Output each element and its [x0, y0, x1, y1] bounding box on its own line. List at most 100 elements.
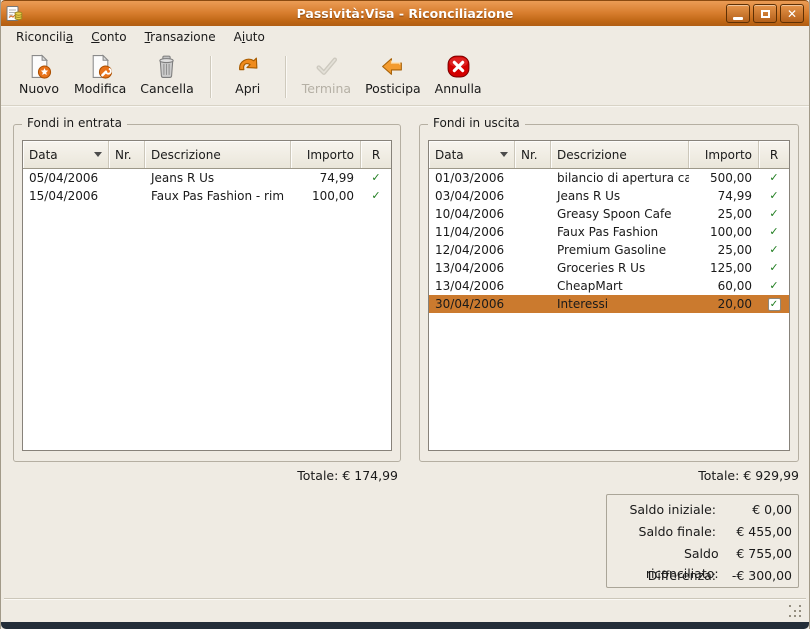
column-header-nr[interactable]: Nr.	[109, 141, 145, 168]
reconciled-balance-value: € 755,00	[719, 544, 792, 566]
postpone-label: Posticipa	[365, 81, 421, 96]
funds-in-header: Data Nr. Descrizione Importo R	[23, 141, 391, 169]
starting-balance-value: € 0,00	[716, 500, 792, 522]
table-row[interactable]: 13/04/2006 CheapMart60,00 ✓	[429, 277, 789, 295]
finish-button: Termina	[295, 52, 358, 102]
cancel-button[interactable]: Annulla	[428, 52, 489, 102]
table-row[interactable]: 12/04/2006 Premium Gasoline25,00 ✓	[429, 241, 789, 259]
column-header-importo[interactable]: Importo	[291, 141, 361, 168]
toolbar-separator	[210, 56, 211, 98]
statusbar	[2, 600, 808, 622]
menu-aiuto[interactable]: Aiuto	[225, 28, 274, 46]
column-header-importo[interactable]: Importo	[689, 141, 759, 168]
funds-out-total: Totale: € 929,99	[419, 468, 799, 483]
funds-out-total-label: Totale:	[698, 468, 739, 483]
ending-balance-label: Saldo finale:	[639, 522, 716, 544]
column-header-data[interactable]: Data	[429, 141, 515, 168]
funds-in-total-label: Totale:	[297, 468, 338, 483]
edit-button[interactable]: Modifica	[67, 52, 133, 102]
trash-icon	[154, 54, 179, 79]
starting-balance-label: Saldo iniziale:	[629, 500, 716, 522]
reconciled-check-icon: ✓	[759, 169, 789, 187]
funds-in-body: 05/04/2006 Jeans R Us74,99 ✓ 15/04/2006 …	[23, 169, 391, 450]
reconcile-window: Passività:Visa - Riconciliazione ✕ Ricon…	[0, 0, 810, 629]
open-account-icon	[235, 54, 260, 79]
balance-summary-box: Saldo iniziale: € 0,00 Saldo finale: € 4…	[606, 494, 799, 588]
funds-in-title: Fondi in entrata	[22, 116, 127, 130]
funds-out-body: 01/03/2006 bilancio di apertura car500,0…	[429, 169, 789, 450]
difference-row: Differenza: -€ 300,00	[611, 566, 792, 588]
funds-out-header: Data Nr. Descrizione Importo R	[429, 141, 789, 169]
table-row-selected[interactable]: 30/04/2006 Interessi20,00 ✓	[429, 295, 789, 313]
reconciled-check-icon: ✓	[759, 223, 789, 241]
menu-riconcilia[interactable]: Riconcilia	[7, 28, 82, 46]
funds-in-total-value: € 174,99	[342, 468, 398, 483]
funds-out-total-value: € 929,99	[743, 468, 799, 483]
column-header-nr[interactable]: Nr.	[515, 141, 551, 168]
difference-label: Differenza:	[648, 566, 716, 588]
close-icon: ✕	[787, 8, 797, 20]
table-row[interactable]: 13/04/2006 Groceries R Us125,00 ✓	[429, 259, 789, 277]
new-label: Nuovo	[19, 81, 59, 96]
column-header-descrizione[interactable]: Descrizione	[551, 141, 689, 168]
starting-balance-row: Saldo iniziale: € 0,00	[611, 500, 792, 522]
table-row[interactable]: 05/04/2006 Jeans R Us74,99 ✓	[23, 169, 391, 187]
postpone-button[interactable]: Posticipa	[358, 52, 428, 102]
new-button[interactable]: Nuovo	[11, 52, 67, 102]
sort-desc-icon	[500, 152, 508, 157]
funds-in-total: Totale: € 174,99	[13, 468, 398, 483]
table-row[interactable]: 01/03/2006 bilancio di apertura car500,0…	[429, 169, 789, 187]
edit-transaction-icon	[88, 54, 113, 79]
minimize-button[interactable]	[726, 4, 750, 23]
titlebar[interactable]: Passività:Visa - Riconciliazione ✕	[1, 0, 809, 26]
reconciled-check-icon: ✓	[361, 169, 391, 187]
close-button[interactable]: ✕	[780, 4, 804, 23]
table-row[interactable]: 03/04/2006 Jeans R Us74,99 ✓	[429, 187, 789, 205]
ending-balance-value: € 455,00	[716, 522, 792, 544]
delete-button[interactable]: Cancella	[133, 52, 200, 102]
reconciled-check-icon: ✓	[361, 187, 391, 205]
ending-balance-row: Saldo finale: € 455,00	[611, 522, 792, 544]
column-header-r[interactable]: R	[361, 141, 391, 168]
reconciled-check-icon: ✓	[759, 205, 789, 223]
left-arrow-icon	[380, 54, 405, 79]
cancel-icon	[446, 54, 471, 79]
sort-desc-icon	[94, 152, 102, 157]
finish-label: Termina	[302, 81, 351, 96]
funds-out-groupbox: Fondi in uscita Data Nr. Descrizione Imp…	[419, 124, 799, 462]
open-button[interactable]: Apri	[220, 52, 276, 102]
menu-transazione[interactable]: Transazione	[136, 28, 225, 46]
reconciled-check-icon: ✓	[759, 187, 789, 205]
funds-out-table: Data Nr. Descrizione Importo R 01/03/200…	[428, 140, 790, 451]
column-header-descrizione[interactable]: Descrizione	[145, 141, 291, 168]
cancel-label: Annulla	[435, 81, 482, 96]
reconciled-balance-label: Saldo riconciliato:	[611, 544, 719, 566]
menubar: Riconcilia Conto Transazione Aiuto	[1, 26, 809, 48]
delete-label: Cancella	[140, 81, 193, 96]
funds-in-groupbox: Fondi in entrata Data Nr. Descrizione Im…	[13, 124, 401, 462]
new-transaction-icon	[27, 54, 52, 79]
reconciled-check-icon: ✓	[759, 259, 789, 277]
resize-grip[interactable]	[789, 605, 802, 618]
reconciled-check-icon: ✓	[759, 241, 789, 259]
table-row[interactable]: 10/04/2006 Greasy Spoon Cafe25,00 ✓	[429, 205, 789, 223]
edit-label: Modifica	[74, 81, 126, 96]
table-row[interactable]: 15/04/2006 Faux Pas Fashion - rim100,00 …	[23, 187, 391, 205]
window-bottom-border	[1, 622, 809, 629]
gnucash-app-icon	[6, 5, 23, 22]
toolbar: Nuovo Modifica Cancella	[1, 48, 809, 106]
reconciled-balance-row: Saldo riconciliato: € 755,00	[611, 544, 792, 566]
menu-conto[interactable]: Conto	[82, 28, 135, 46]
finish-check-icon	[314, 54, 339, 79]
open-label: Apri	[235, 81, 260, 96]
column-header-data[interactable]: Data	[23, 141, 109, 168]
column-header-r[interactable]: R	[759, 141, 789, 168]
difference-value: -€ 300,00	[716, 566, 792, 588]
window-title: Passività:Visa - Riconciliazione	[1, 6, 809, 21]
maximize-icon	[761, 10, 770, 18]
reconciled-checkbox[interactable]: ✓	[768, 298, 781, 311]
table-row[interactable]: 11/04/2006 Faux Pas Fashion100,00 ✓	[429, 223, 789, 241]
reconciled-check-icon: ✓	[759, 277, 789, 295]
maximize-button[interactable]	[753, 4, 777, 23]
funds-out-title: Fondi in uscita	[428, 116, 525, 130]
